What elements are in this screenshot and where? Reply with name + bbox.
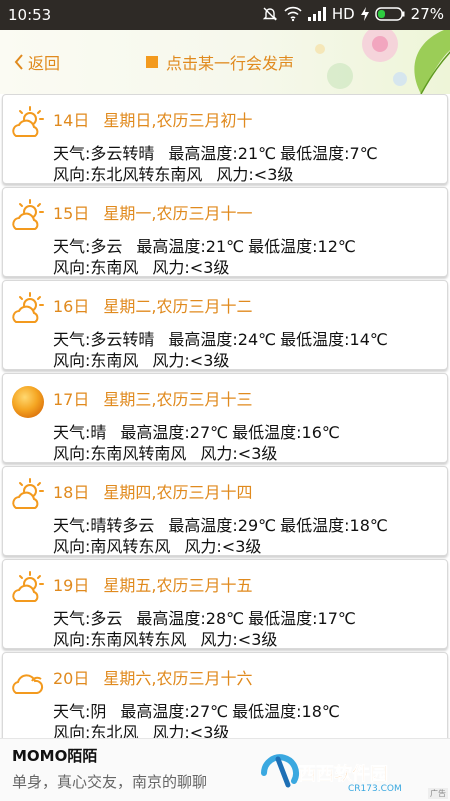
partly-cloudy-icon: [10, 291, 46, 327]
partly-cloudy-icon: [10, 477, 46, 513]
cloud-icon: [10, 663, 46, 699]
row-day-info: 星期六,农历三月十六: [103, 669, 253, 688]
row-wind-direction: 风向:南风转东风: [53, 537, 171, 556]
row-day-info: 星期三,农历三月十三: [103, 390, 253, 409]
ad-title: MOMO陌陌: [12, 747, 98, 765]
network-type: HD: [331, 5, 355, 23]
row-date: 19日: [53, 576, 90, 595]
logo-sub: CR173.COM: [348, 784, 402, 793]
row-low-temp: 最低温度:12℃: [248, 237, 356, 256]
row-day-info: 星期五,农历三月十五: [103, 576, 253, 595]
ad-mark: 广告: [428, 788, 448, 799]
row-date: 17日: [53, 390, 90, 409]
row-heading: 18日 星期四,农历三月十四: [53, 479, 252, 503]
row-low-temp: 最低温度:18℃: [232, 702, 340, 721]
site-logo[interactable]: 西西软件园 CR173.COM: [258, 753, 438, 793]
status-time: 10:53: [8, 6, 52, 24]
row-day-info: 星期日,农历三月初十: [103, 111, 253, 130]
hint-text: 点击某一行会发声: [166, 54, 295, 73]
signal-icon: [307, 7, 326, 21]
row-day-info: 星期一,农历三月十一: [103, 204, 253, 223]
row-low-temp: 最低温度:14℃: [280, 330, 388, 349]
row-date: 14日: [53, 111, 90, 130]
row-date: 20日: [53, 669, 90, 688]
hint: 点击某一行会发声: [146, 50, 294, 74]
row-heading: 19日 星期五,农历三月十五: [53, 572, 252, 596]
row-wind-line: 风向:南风转东风 风力:<3级: [53, 533, 261, 557]
row-low-temp: 最低温度:7℃: [280, 144, 378, 163]
row-date: 15日: [53, 204, 90, 223]
row-heading: 17日 星期三,农历三月十三: [53, 386, 252, 410]
row-wind-force: 风力:<3级: [216, 165, 294, 184]
row-wind-force: 风力:<3级: [200, 630, 278, 649]
row-wind-line: 风向:东南风 风力:<3级: [53, 254, 229, 278]
forecast-row[interactable]: 19日 星期五,农历三月十五 天气:多云 最高温度:28℃ 最低温度:17℃ 风向:东南风…: [2, 559, 448, 649]
row-wind-direction: 风向:东南风: [53, 351, 139, 370]
row-wind-force: 风力:<3级: [152, 351, 230, 370]
row-heading: 15日 星期一,农历三月十一: [53, 200, 252, 224]
forecast-row[interactable]: 16日 星期二,农历三月十二 天气:多云转晴 最高温度:24℃ 最低温度:14℃ 风向:东…: [2, 280, 448, 370]
row-day-info: 星期四,农历三月十四: [103, 483, 253, 502]
charging-icon: [360, 7, 369, 21]
row-wind-direction: 风向:东南风转东风: [53, 630, 187, 649]
header: 返回 点击某一行会发声: [0, 30, 450, 94]
forecast-row[interactable]: 18日 星期四,农历三月十四 天气:晴转多云 最高温度:29℃ 最低温度:18℃ 风向:南…: [2, 466, 448, 556]
battery-icon: [374, 7, 405, 21]
ad-banner[interactable]: MOMO陌陌 单身，真心交友，南京的聊聊 西西软件园 CR173.COM 广告: [0, 738, 450, 801]
row-wind-line: 风向:东南风转东风 风力:<3级: [53, 626, 277, 650]
logo-text: 西西软件园: [298, 763, 388, 785]
wifi-icon: [284, 6, 302, 22]
back-button[interactable]: 返回: [14, 50, 60, 74]
row-wind-line: 风向:东南风 风力:<3级: [53, 347, 229, 371]
partly-cloudy-icon: [10, 105, 46, 141]
chevron-left-icon: [14, 54, 23, 70]
ad-subtitle: 单身，真心交友，南京的聊聊: [12, 773, 208, 791]
square-icon: [146, 56, 158, 68]
row-wind-force: 风力:<3级: [152, 258, 230, 277]
row-wind-direction: 风向:东北风转东南风: [53, 165, 203, 184]
forecast-row[interactable]: 15日 星期一,农历三月十一 天气:多云 最高温度:21℃ 最低温度:12℃ 风向:东南风…: [2, 187, 448, 277]
status-bar: 10:53 HD 27%: [0, 0, 450, 30]
leaf-decoration-icon: [414, 30, 450, 94]
row-wind-force: 风力:<3级: [200, 444, 278, 463]
row-day-info: 星期二,农历三月十二: [103, 297, 253, 316]
row-wind-force: 风力:<3级: [184, 537, 262, 556]
row-heading: 14日 星期日,农历三月初十: [53, 107, 252, 131]
partly-cloudy-icon: [10, 570, 46, 606]
sun-icon: [10, 384, 46, 420]
row-low-temp: 最低温度:18℃: [280, 516, 388, 535]
back-label: 返回: [28, 54, 61, 73]
forecast-row[interactable]: 14日 星期日,农历三月初十 天气:多云转晴 最高温度:21℃ 最低温度:7℃ 风向:东北…: [2, 94, 448, 184]
partly-cloudy-icon: [10, 198, 46, 234]
battery-percent: 27%: [410, 5, 444, 23]
forecast-row[interactable]: 17日 星期三,农历三月十三 天气:晴 最高温度:27℃ 最低温度:16℃ 风向:东南风转…: [2, 373, 448, 463]
row-heading: 16日 星期二,农历三月十二: [53, 293, 252, 317]
row-heading: 20日 星期六,农历三月十六: [53, 665, 252, 689]
row-wind-line: 风向:东北风转东南风 风力:<3级: [53, 161, 293, 185]
row-wind-direction: 风向:东南风转南风: [53, 444, 187, 463]
status-icons: HD 27%: [262, 5, 444, 23]
row-wind-line: 风向:东南风转南风 风力:<3级: [53, 440, 277, 464]
row-wind-direction: 风向:东南风: [53, 258, 139, 277]
forecast-row[interactable]: 20日 星期六,农历三月十六 天气:阴 最高温度:27℃ 最低温度:18℃ 风向:东北风风…: [2, 652, 448, 742]
row-date: 18日: [53, 483, 90, 502]
row-date: 16日: [53, 297, 90, 316]
mute-icon: [262, 6, 278, 22]
